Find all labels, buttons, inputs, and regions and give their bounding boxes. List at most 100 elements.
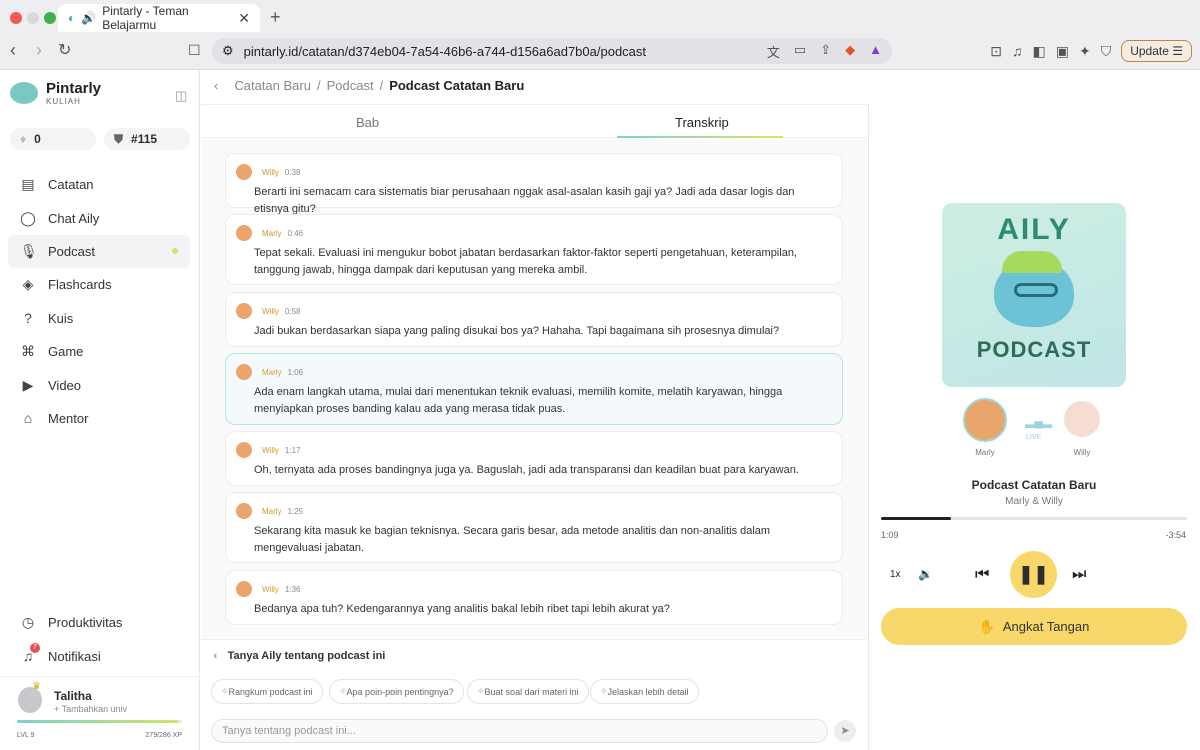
remaining-time: -3:54 <box>1165 530 1186 540</box>
close-tab-icon[interactable]: ✕ <box>238 10 250 27</box>
toolbar-right: ⊡ ♫ ◧ ▣ ✦ ⛉ Update ☰ <box>990 40 1192 62</box>
transcript-item[interactable]: Willy 1:17 Oh, ternyata ada proses bandin… <box>225 431 843 486</box>
share-icon[interactable]: ⇪ <box>820 42 831 61</box>
flashcards-icon: ◈ <box>22 276 34 293</box>
progress-bar[interactable] <box>881 517 1187 520</box>
suggestion-chip[interactable]: ✧ Rangkum podcast ini <box>211 679 323 704</box>
avatar <box>236 442 252 458</box>
send-icon[interactable]: ➤ <box>834 720 856 742</box>
back-icon[interactable]: ‹ <box>10 40 16 61</box>
bookmark-icon[interactable]: ☐ <box>188 42 201 59</box>
speaker-name: Willy <box>262 167 279 177</box>
translate-icon[interactable]: 文 <box>767 42 780 61</box>
cast-icon[interactable]: ▭ <box>794 42 806 61</box>
breadcrumb-item[interactable]: Catatan Baru <box>234 78 311 93</box>
transcript-item-active[interactable]: Marly 1:06 Ada enam langkah utama, mulai … <box>225 353 843 425</box>
tab-transkrip[interactable]: Transkrip <box>675 115 729 130</box>
sidebar-item-label: Kuis <box>48 310 74 326</box>
site-settings-icon[interactable]: ⚙ <box>222 43 234 59</box>
transcript-list[interactable]: Willy 0:38 Berarti ini semacam cara siste… <box>201 139 867 639</box>
raise-hand-button[interactable]: ✋ Angkat Tangan <box>881 608 1187 645</box>
brave-shield-icon[interactable]: ◆ <box>845 42 855 61</box>
sidebar-item-podcast[interactable]: 🎙 Podcast <box>8 234 190 269</box>
speed-button[interactable]: 1x <box>890 569 901 580</box>
forward-icon[interactable]: › <box>36 40 42 61</box>
graduation-cap-icon: ⌂ <box>23 410 33 427</box>
sidebar-item-label: Video <box>48 377 82 393</box>
flame-icon: ♦ <box>20 132 27 146</box>
speaker-avatar-willy <box>1064 401 1100 437</box>
breadcrumb-item[interactable]: Podcast <box>327 78 374 93</box>
suggestion-chip[interactable]: ✧ Buat soal dari materi ini <box>467 679 589 704</box>
suggestion-chip[interactable]: ✧ Apa poin-poin pentingnya? <box>329 679 464 704</box>
maximize-window-button[interactable] <box>44 12 56 24</box>
next-icon[interactable]: ⏭ <box>1072 566 1086 584</box>
transcript-item[interactable]: Willy 1:36 Bedanya apa tuh? Kedengarannya… <box>225 570 843 625</box>
timestamp: 1:06 <box>287 367 304 377</box>
reload-icon[interactable]: ↻ <box>58 40 71 60</box>
transcript-text: Jadi bukan berdasarkan siapa yang paling… <box>254 325 780 337</box>
sidebar-item-flashcards[interactable]: ◈ Flashcards <box>8 268 190 301</box>
transcript-item[interactable]: Marly 0:46 Tepat sekali. Evaluasi ini men… <box>225 214 843 285</box>
sidebar-item-kuis[interactable]: ? Kuis <box>8 302 190 335</box>
sidebar-item-produktivitas[interactable]: ◷ Produktivitas <box>8 606 190 639</box>
speaker-name: Willy <box>262 445 279 455</box>
timestamp: 1:25 <box>287 506 304 516</box>
volume-icon[interactable]: 🔉 <box>918 567 933 581</box>
active-indicator <box>172 248 178 255</box>
sidebar-item-chat-aily[interactable]: ◯ Chat Aily <box>8 201 190 234</box>
sidebar-item-game[interactable]: ⌘ Game <box>8 335 190 368</box>
notification-badge: 7 <box>30 643 40 653</box>
sidebar-item-label: Chat Aily <box>48 210 100 226</box>
transcript-item[interactable]: Willy 0:38 Berarti ini semacam cara siste… <box>225 153 843 215</box>
suggestion-chip[interactable]: ✧ Jelaskan lebih detail <box>590 679 699 704</box>
streak-stat[interactable]: ♦ 0 <box>10 128 96 150</box>
collapse-sidebar-icon[interactable]: ◫ <box>175 88 187 104</box>
address-bar[interactable]: ⚙ pintarly.id/catatan/d374eb04-7a54-46b6… <box>212 38 892 64</box>
leo-ai-icon[interactable]: ✦ <box>1079 43 1091 60</box>
transcript-item[interactable]: Marly 1:25 Sekarang kita masuk ke bagian … <box>225 492 843 563</box>
sidebar-toggle-icon[interactable]: ◧ <box>1033 43 1046 60</box>
update-button[interactable]: Update ☰ <box>1121 40 1192 62</box>
tab-bab[interactable]: Bab <box>356 115 379 130</box>
sidebar-bottom-menu: ◷ Produktivitas ♫ Notifikasi <box>8 606 190 673</box>
ask-input[interactable]: Tanya tentang podcast ini... <box>211 719 828 743</box>
vpn-icon[interactable]: ⛉ <box>1101 43 1112 60</box>
wallet-icon[interactable]: ▣ <box>1056 43 1069 60</box>
transcript-text: Bedanya apa tuh? Kedengarannya yang anal… <box>254 603 670 615</box>
screenshot-icon[interactable]: ⊡ <box>990 43 1002 60</box>
aily-icon: ◐ <box>213 650 220 662</box>
content-tabs: Bab Transkrip <box>201 104 867 138</box>
close-window-button[interactable] <box>10 12 22 24</box>
sidebar-item-label: Podcast <box>48 243 95 259</box>
minimize-window-button[interactable] <box>27 12 39 24</box>
sidebar-item-mentor[interactable]: ⌂ Mentor <box>8 402 190 435</box>
transcript-text: Tepat sekali. Evaluasi ini mengukur bobo… <box>254 247 797 276</box>
add-univ-link[interactable]: + Tambahkan univ <box>54 704 127 714</box>
ask-title: Tanya Aily tentang podcast ini <box>227 650 386 662</box>
back-arrow-icon[interactable]: ‹ <box>214 78 218 93</box>
level-label: LVL 9 <box>17 732 35 739</box>
sidebar-item-catatan[interactable]: ▤ Catatan <box>8 168 190 201</box>
app-logo[interactable]: Pintarly KULIAH <box>10 80 101 106</box>
podcast-title: Podcast Catatan Baru <box>971 478 1097 492</box>
brave-rewards-icon[interactable]: ▲ <box>869 42 882 61</box>
music-icon[interactable]: ♫ <box>1012 43 1023 59</box>
previous-icon[interactable]: ⏮ <box>975 566 989 584</box>
sidebar-item-label: Catatan <box>48 177 94 193</box>
sidebar-item-video[interactable]: ▶ Video <box>8 368 190 401</box>
ask-input-placeholder: Tanya tentang podcast ini... <box>222 725 356 737</box>
new-tab-icon[interactable]: + <box>270 7 281 28</box>
rank-stat[interactable]: ⛊ #115 <box>104 128 190 150</box>
user-profile[interactable]: ♛ Talitha + Tambahkan univ LVL 9 279/286… <box>0 676 199 750</box>
transcript-text: Ada enam langkah utama, mulai dari menen… <box>254 386 783 415</box>
transcript-item[interactable]: Willy 0:58 Jadi bukan berdasarkan siapa y… <box>225 292 843 347</box>
speaker-name: Willy <box>262 584 279 594</box>
chip-label: Buat soal dari materi ini <box>484 686 579 697</box>
browser-tab[interactable]: ◐ 🔊 Pintarly - Teman Belajarmu ✕ <box>58 4 260 32</box>
app-name: Pintarly <box>46 80 102 97</box>
pause-button[interactable]: ❚❚ <box>1010 551 1057 598</box>
chat-icon: ◯ <box>20 209 36 226</box>
speaker-icon[interactable]: 🔊 <box>81 11 96 25</box>
speaker-name: Willy <box>262 306 279 316</box>
